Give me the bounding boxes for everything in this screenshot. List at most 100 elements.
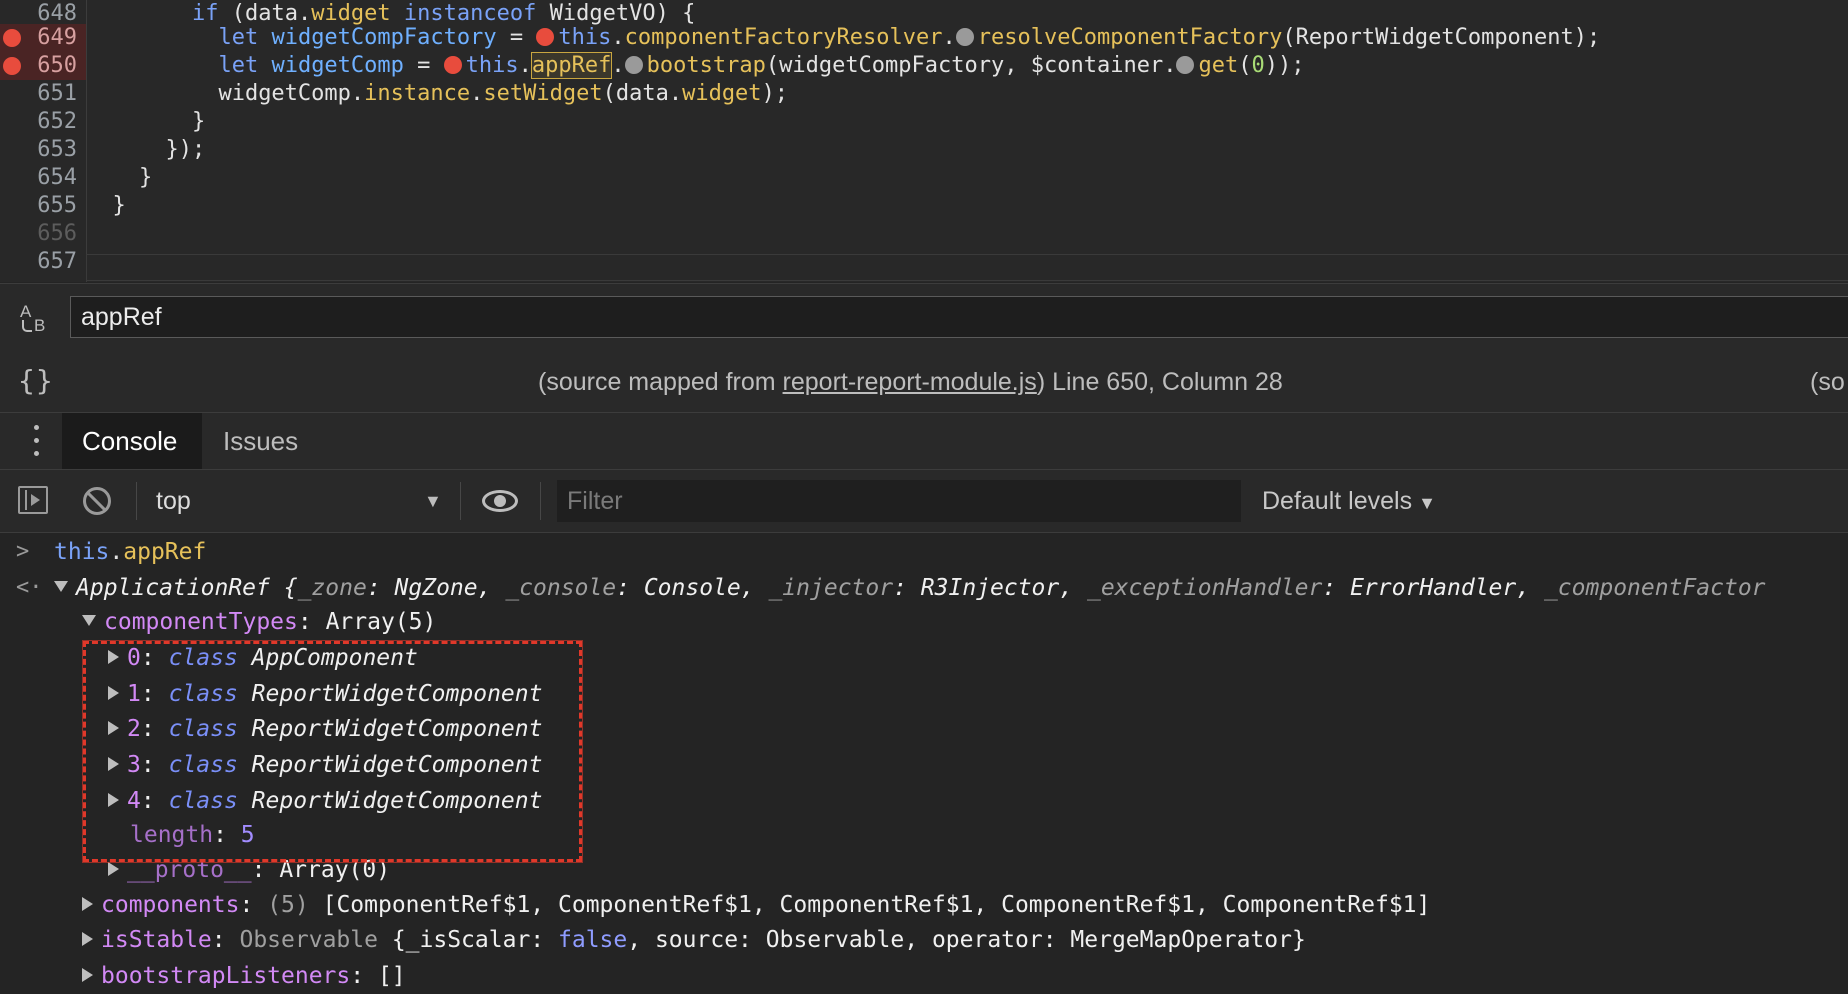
gutter-line[interactable]: 655 [0,192,86,220]
gutter-line[interactable]: 656 [0,220,86,248]
inline-breakpoint-icon[interactable] [536,28,555,46]
result-applicationref[interactable]: ApplicationRef {_zone: NgZone, _console:… [54,573,1766,603]
method: resolveComponentFactory [977,25,1283,50]
source-search-bar: AB [0,283,1848,353]
object-name: ApplicationRef [76,575,270,601]
property-key: components [101,892,240,918]
breakpoint-icon[interactable] [3,29,21,47]
tree-row-bootstraplisteners[interactable]: bootstrapListeners: [] [82,961,406,991]
match-case-icon[interactable]: AB [18,302,52,336]
colon: : [366,575,395,601]
code-line-650[interactable]: let widgetComp = this.appRef. bootstrap(w… [86,52,1304,80]
expand-triangle-icon[interactable] [82,897,93,911]
object-value: ErrorHandler [1350,575,1517,601]
current-line-highlight [86,254,1848,281]
dot: . [611,53,625,78]
gutter-line[interactable]: 654 [0,164,86,192]
gutter-line[interactable]: 653 [0,136,86,164]
line-number: 650 [37,53,77,78]
code-line-652[interactable]: } [86,108,205,136]
line-number: 657 [37,249,77,274]
variable: widgetComp [271,53,404,78]
line-number: 655 [37,193,77,218]
property-key: bootstrapListeners [101,963,351,989]
gutter-line-breakpoint[interactable]: 649 [0,24,86,52]
inline-breakpoint-marker-icon[interactable] [624,56,643,74]
gutter-line[interactable]: 651 [0,80,86,108]
property-value: Array(5) [325,609,437,635]
expand-triangle-icon[interactable] [108,862,119,876]
tab-issues[interactable]: Issues [203,413,323,469]
object-key: _isScalar [405,927,531,953]
keyword: if [191,1,219,26]
inline-breakpoint-marker-icon[interactable] [1176,56,1195,74]
line-number: 656 [37,221,77,246]
console-input-line[interactable]: this.appRef [54,537,206,567]
variable: widgetCompFactory [271,25,497,50]
annotation-highlight-box [82,640,583,863]
code-line-649[interactable]: let widgetCompFactory = this.componentFa… [86,24,1600,52]
live-expression-eye-icon[interactable] [482,490,518,512]
pretty-print-icon[interactable]: {} [18,364,54,397]
console-toolbar: top▼ Default levels▼ [0,470,1848,533]
console-filter-input[interactable] [557,480,1241,522]
expand-triangle-icon[interactable] [82,615,96,626]
show-sidebar-icon[interactable] [18,486,48,514]
object-value: MergeMapOperator [1070,927,1292,953]
method: get [1198,53,1239,78]
object-key: _exceptionHandler [1086,575,1323,601]
object-key: _injector [768,575,894,601]
number-literal: 0 [1251,53,1265,78]
comma: , [1059,575,1087,601]
breakpoint-icon[interactable] [3,57,21,75]
array-count: (5) [267,892,309,918]
line-number-gutter[interactable]: 648 649 650 651 652 653 654 655 656 657 [0,0,87,282]
code-text: (data. [218,1,312,26]
code-line-655[interactable]: } [86,192,125,220]
code-line-654[interactable]: } [86,164,152,192]
source-file-link[interactable]: report-report-module.js [783,368,1037,396]
code-line-653[interactable]: }); [86,136,205,164]
object-value: Observable [765,927,905,953]
expand-triangle-icon[interactable] [82,968,93,982]
keyword: let [218,53,259,78]
colon: : [893,575,921,601]
clear-console-icon[interactable] [83,487,111,515]
kebab-menu-icon[interactable] [28,425,44,457]
line-number: 654 [37,165,77,190]
dropdown-caret-icon: ▼ [1418,493,1436,513]
property: instance [364,81,471,106]
inline-breakpoint-icon[interactable] [443,56,462,74]
expand-triangle-icon[interactable] [54,581,68,592]
context-selector[interactable]: top ▼ [156,482,446,520]
property: componentFactoryResolver [624,25,943,50]
dot: . [611,25,625,50]
log-levels-dropdown[interactable]: Default levels ▼ [1262,482,1436,520]
expand-triangle-icon[interactable] [82,932,93,946]
gutter-line-breakpoint[interactable]: 650 [0,52,86,80]
gutter-line[interactable]: 657 [0,248,86,276]
gutter-line[interactable]: 652 [0,108,86,136]
code-text: WidgetVO) { [536,1,696,26]
tree-row-components[interactable]: components: (5) [ComponentRef$1, Compone… [82,890,1430,920]
keyword: this [54,539,110,565]
code-content[interactable]: if (data.widget instanceof WidgetVO) { l… [86,0,1848,282]
source-search-input[interactable] [70,296,1848,338]
brace: { [269,575,298,601]
tree-row-isstable[interactable]: isStable: Observable {_isScalar: false, … [82,925,1306,955]
object-value: NgZone [394,575,478,601]
tab-console[interactable]: Console [62,413,202,469]
inline-breakpoint-marker-icon[interactable] [955,28,974,46]
dropdown-caret-icon: ▼ [424,491,442,511]
tree-row-componenttypes[interactable]: componentTypes: Array(5) [82,607,436,637]
toolbar-divider [540,482,541,520]
line-number: 649 [37,25,77,50]
code-line-651[interactable]: widgetComp.instance.setWidget(data.widge… [86,80,788,108]
property-key: isStable [101,927,212,953]
